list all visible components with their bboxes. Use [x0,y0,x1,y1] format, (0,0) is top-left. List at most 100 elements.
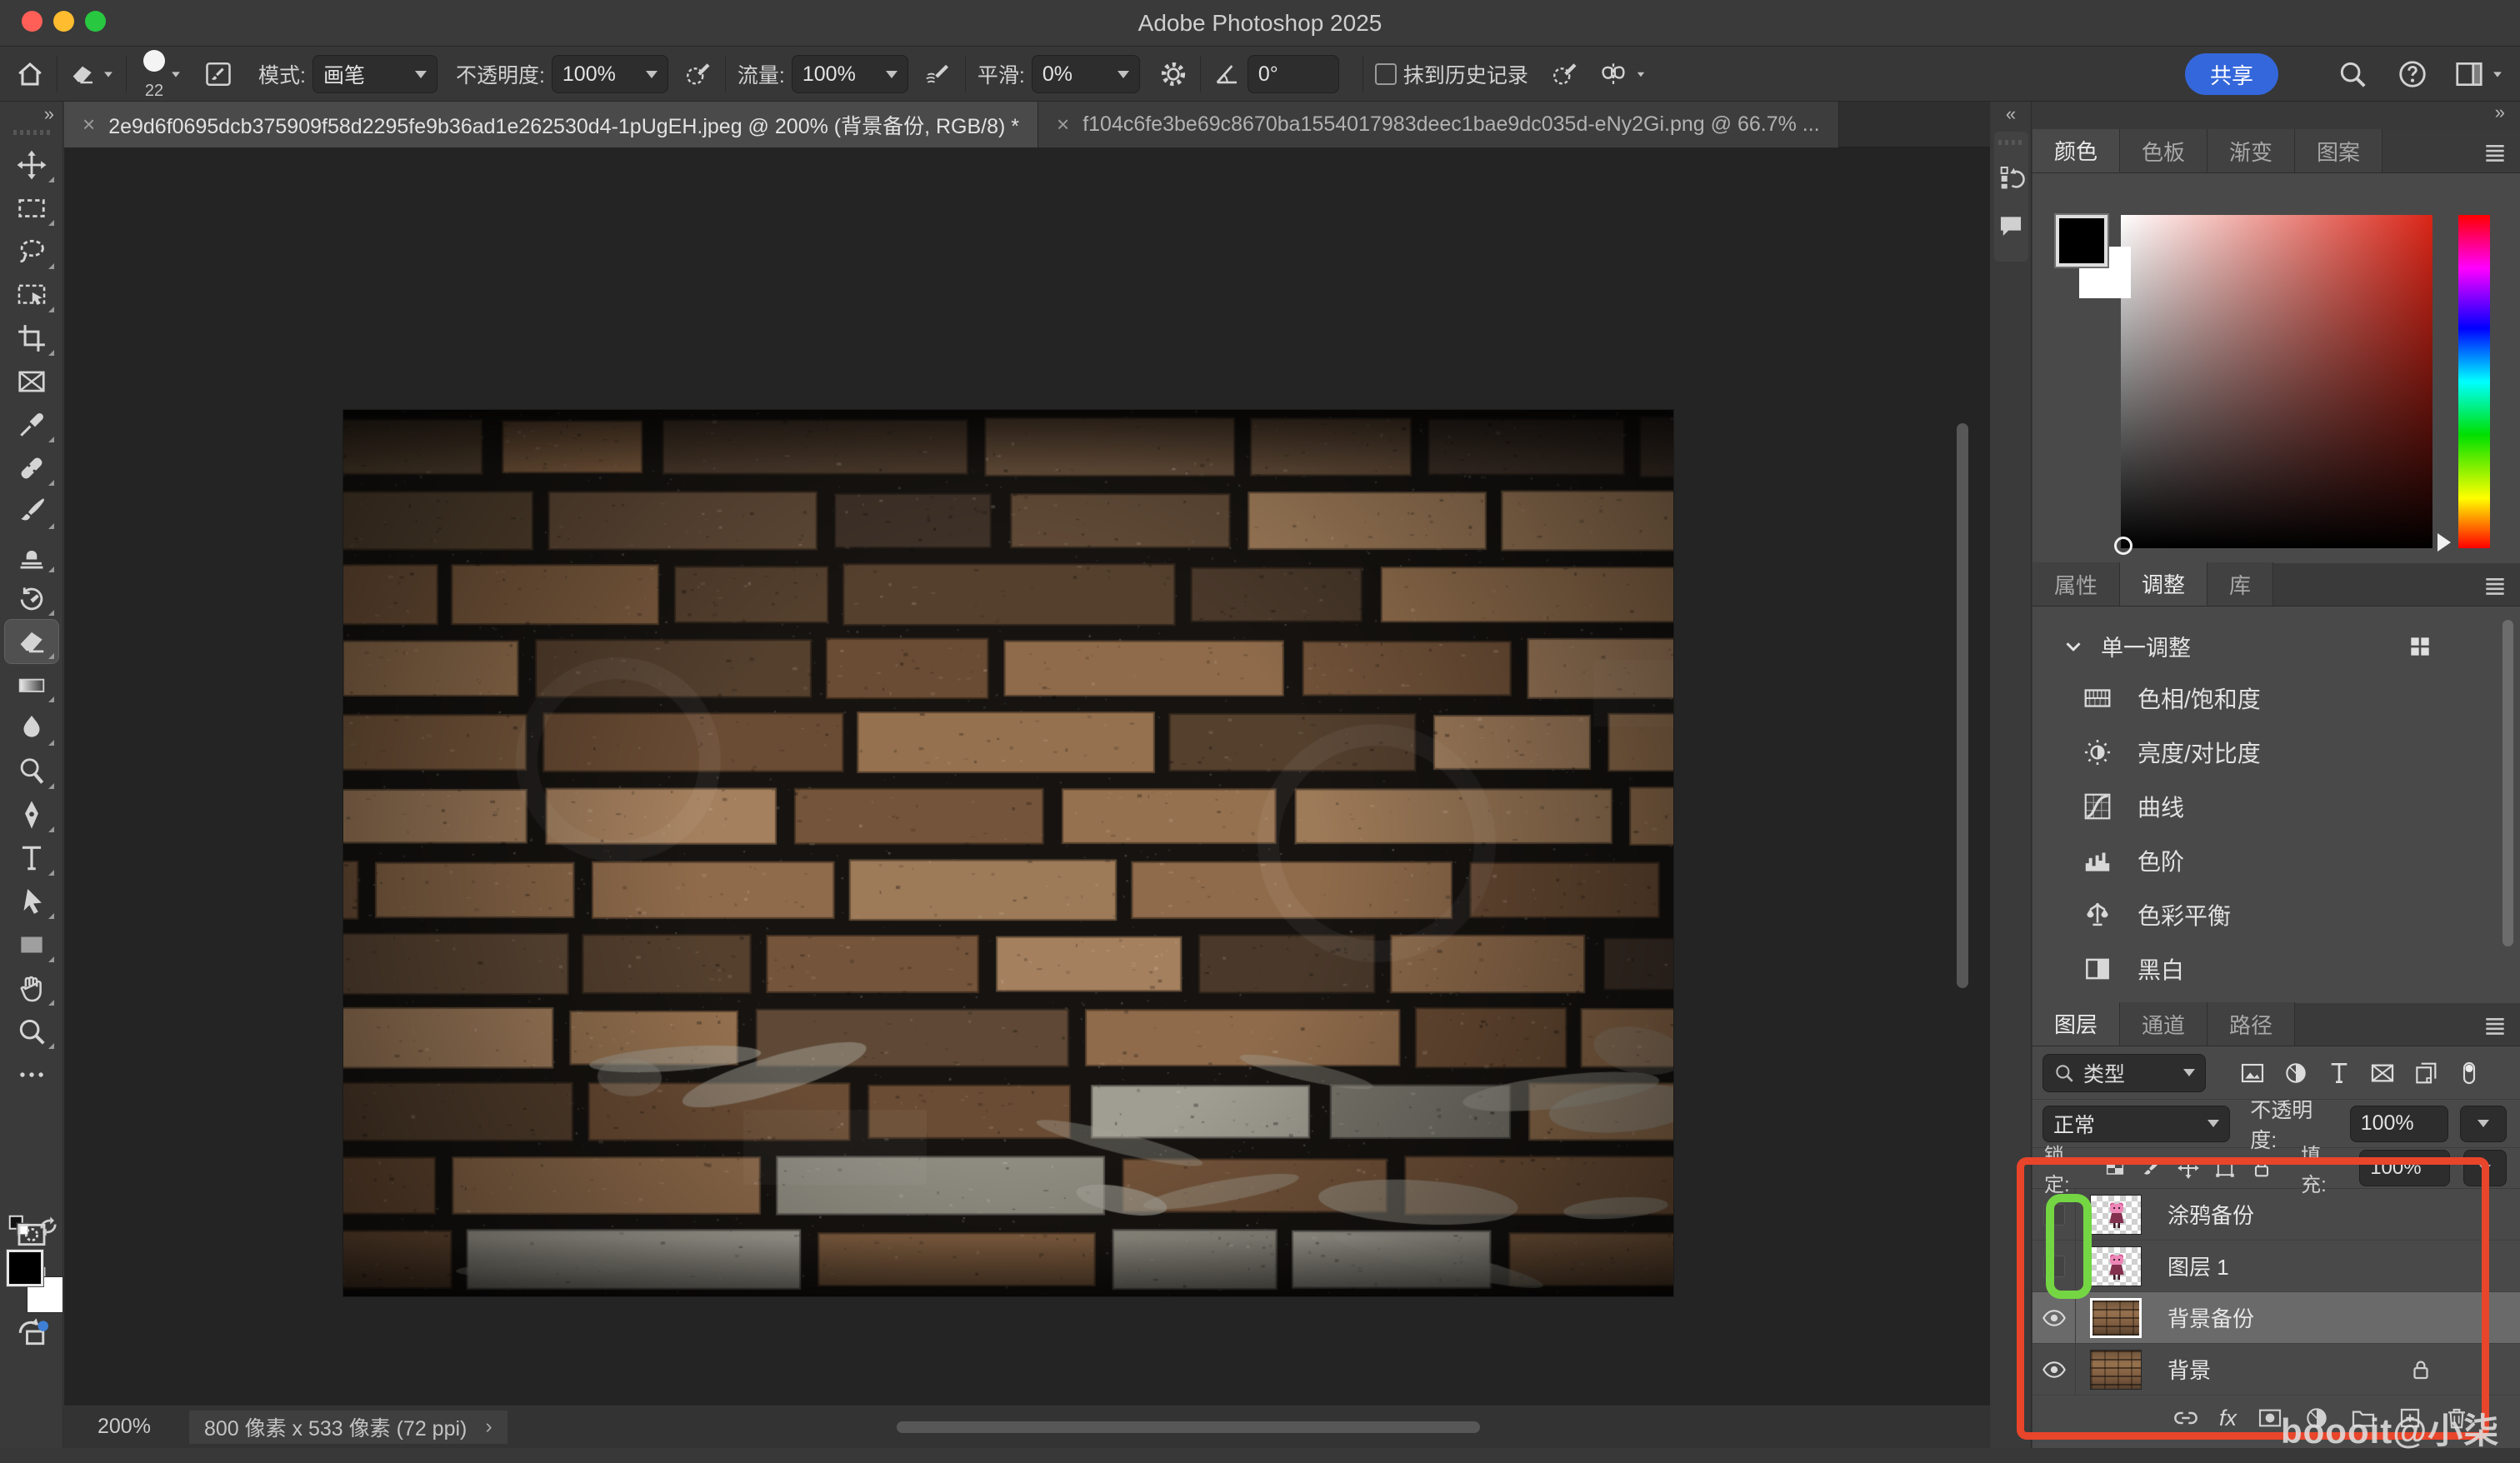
lock-artboard-icon[interactable] [2212,1156,2238,1180]
hue-slider[interactable] [2458,215,2490,548]
smoothing-options-button[interactable] [1158,59,1188,89]
filter-image-icon[interactable] [2234,1060,2271,1086]
help-icon[interactable] [2397,58,2428,90]
layer-row[interactable]: 背景 [2032,1344,2520,1396]
trash-icon[interactable] [2443,1405,2470,1431]
status-chevron-icon[interactable]: › [485,1415,492,1439]
link-icon[interactable] [2172,1405,2199,1431]
zoom-tool[interactable] [5,1010,58,1053]
adjustment-item-hue-saturation[interactable]: 色相/饱和度 [2032,671,2520,725]
zoom-level[interactable]: 200% [98,1415,151,1439]
hand-tool[interactable] [5,966,58,1010]
adjustments-scrollbar[interactable] [2502,620,2513,946]
layer-thumbnail[interactable] [2076,1189,2156,1240]
brush-preset-picker[interactable]: 22 [143,50,165,99]
chevron-down-icon[interactable] [2061,634,2086,659]
workspace-switcher[interactable] [2453,58,2503,90]
hue-slider-marker[interactable] [2438,533,2451,552]
comments-panel-icon[interactable] [1994,202,2028,250]
brush-tool[interactable] [5,490,58,533]
saturation-brightness-field[interactable] [2121,215,2432,548]
fill-input[interactable]: 100% [2359,1150,2450,1186]
color-tab[interactable]: 颜色 [2032,129,2120,172]
clone-stamp-tool[interactable] [5,533,58,577]
layer-row[interactable]: 背景备份 [2032,1292,2520,1344]
adjustment-icon[interactable] [2303,1405,2330,1431]
size-pressure-button[interactable] [1550,59,1580,89]
type-tool[interactable] [5,836,58,880]
layer-name[interactable]: 背景备份 [2168,1292,2520,1343]
layer-row[interactable]: 涂鸦备份 [2032,1189,2520,1241]
expand-panels-chevron[interactable]: « [1991,102,2031,128]
layer-filter-type-select[interactable]: 类型 [2042,1054,2206,1092]
filter-type-icon[interactable] [2321,1060,2358,1086]
color-tab[interactable]: 图案 [2295,129,2382,172]
rectangular-marquee-tool[interactable] [5,187,58,230]
lock-brush-icon[interactable] [2139,1156,2164,1180]
adjustment-item-brightness-contrast[interactable]: 亮度/对比度 [2032,725,2520,779]
foreground-color-swatch[interactable] [2056,215,2108,267]
layer-visibility-empty-well[interactable] [2032,1189,2076,1240]
collapse-dock-chevron[interactable]: » [2032,102,2520,130]
layer-name[interactable]: 图层 1 [2168,1241,2520,1291]
toggle-brush-settings-button[interactable] [203,59,233,89]
lock-lock-icon[interactable] [2249,1156,2274,1180]
layers-tab[interactable]: 通道 [2120,1002,2208,1046]
adjustment-item-color-balance[interactable]: 色彩平衡 [2032,887,2520,941]
object-selection-tool[interactable] [5,273,58,317]
edit-toolbar-tool[interactable] [5,1053,58,1096]
blur-tool[interactable] [5,707,58,750]
adjustment-item-curves[interactable]: 曲线 [2032,779,2520,833]
lock-move-icon[interactable] [2176,1156,2201,1180]
smoothing-input[interactable]: 0% [1032,55,1140,93]
document-image-brick-wall[interactable] [343,410,1673,1296]
opacity-input[interactable]: 100% [552,55,668,93]
color-tab[interactable]: 渐变 [2208,129,2295,172]
layers-tab[interactable]: 路径 [2208,1002,2295,1046]
lock-checkerboard-icon[interactable] [2102,1156,2128,1180]
active-tool-icon[interactable] [69,61,114,87]
symmetry-button[interactable] [1598,59,1647,89]
layer-visibility-empty-well[interactable] [2032,1241,2076,1291]
rectangle-shape-tool[interactable] [5,923,58,966]
layer-opacity-input[interactable]: 100% [2350,1106,2449,1142]
close-tab-icon[interactable]: × [1057,112,1069,137]
adjustment-item-black-white[interactable]: 黑白 [2032,941,2520,996]
eyedropper-tool[interactable] [5,403,58,447]
layer-style-fx-button[interactable]: fx [2219,1406,2237,1431]
move-tool[interactable] [5,143,58,187]
opacity-pressure-button[interactable] [683,59,713,89]
filter-smart-object-icon[interactable] [2408,1060,2444,1086]
color-picker-ring[interactable] [2114,537,2132,555]
expand-tools-chevron[interactable]: » [0,102,62,127]
vertical-scrollbar[interactable] [1957,423,1968,988]
layers-tab[interactable]: 图层 [2032,1002,2120,1046]
rotate-view-icon[interactable] [5,1310,58,1353]
flow-input[interactable]: 100% [792,55,908,93]
layer-thumbnail[interactable] [2076,1241,2156,1291]
close-tab-icon[interactable]: × [82,112,95,137]
gradient-tool[interactable] [5,663,58,707]
color-tab[interactable]: 色板 [2120,129,2208,172]
layer-visibility-eye-icon[interactable] [2032,1344,2076,1395]
layer-row[interactable]: 图层 1 [2032,1241,2520,1292]
panel-menu-icon[interactable] [2482,138,2508,165]
adjustments-tab[interactable]: 库 [2208,562,2273,606]
pen-tool[interactable] [5,793,58,836]
adjustment-item-levels[interactable]: 色阶 [2032,833,2520,887]
document-info[interactable]: 800 像素 x 533 像素 (72 ppi) › [189,1411,508,1444]
panel-menu-icon[interactable] [2482,1011,2508,1038]
crop-tool[interactable] [5,317,58,360]
layer-visibility-eye-icon[interactable] [2032,1292,2076,1343]
horizontal-scrollbar[interactable] [897,1421,1480,1433]
grid-view-icon[interactable] [2407,633,2433,660]
tools-grip-handle[interactable] [13,130,50,135]
mask-icon[interactable] [2257,1405,2283,1431]
filter-frame-icon[interactable] [2364,1060,2401,1086]
document-tab-1[interactable]: ×2e9d6f0695dcb375909f58d2295fe9b36ad1e26… [64,102,1038,147]
filter-toggle-icon[interactable] [2451,1060,2488,1086]
canvas-area[interactable] [64,148,1990,1405]
filter-adjustment-icon[interactable] [2278,1060,2314,1086]
layer-name[interactable]: 涂鸦备份 [2168,1189,2520,1240]
search-icon[interactable] [2337,58,2368,90]
